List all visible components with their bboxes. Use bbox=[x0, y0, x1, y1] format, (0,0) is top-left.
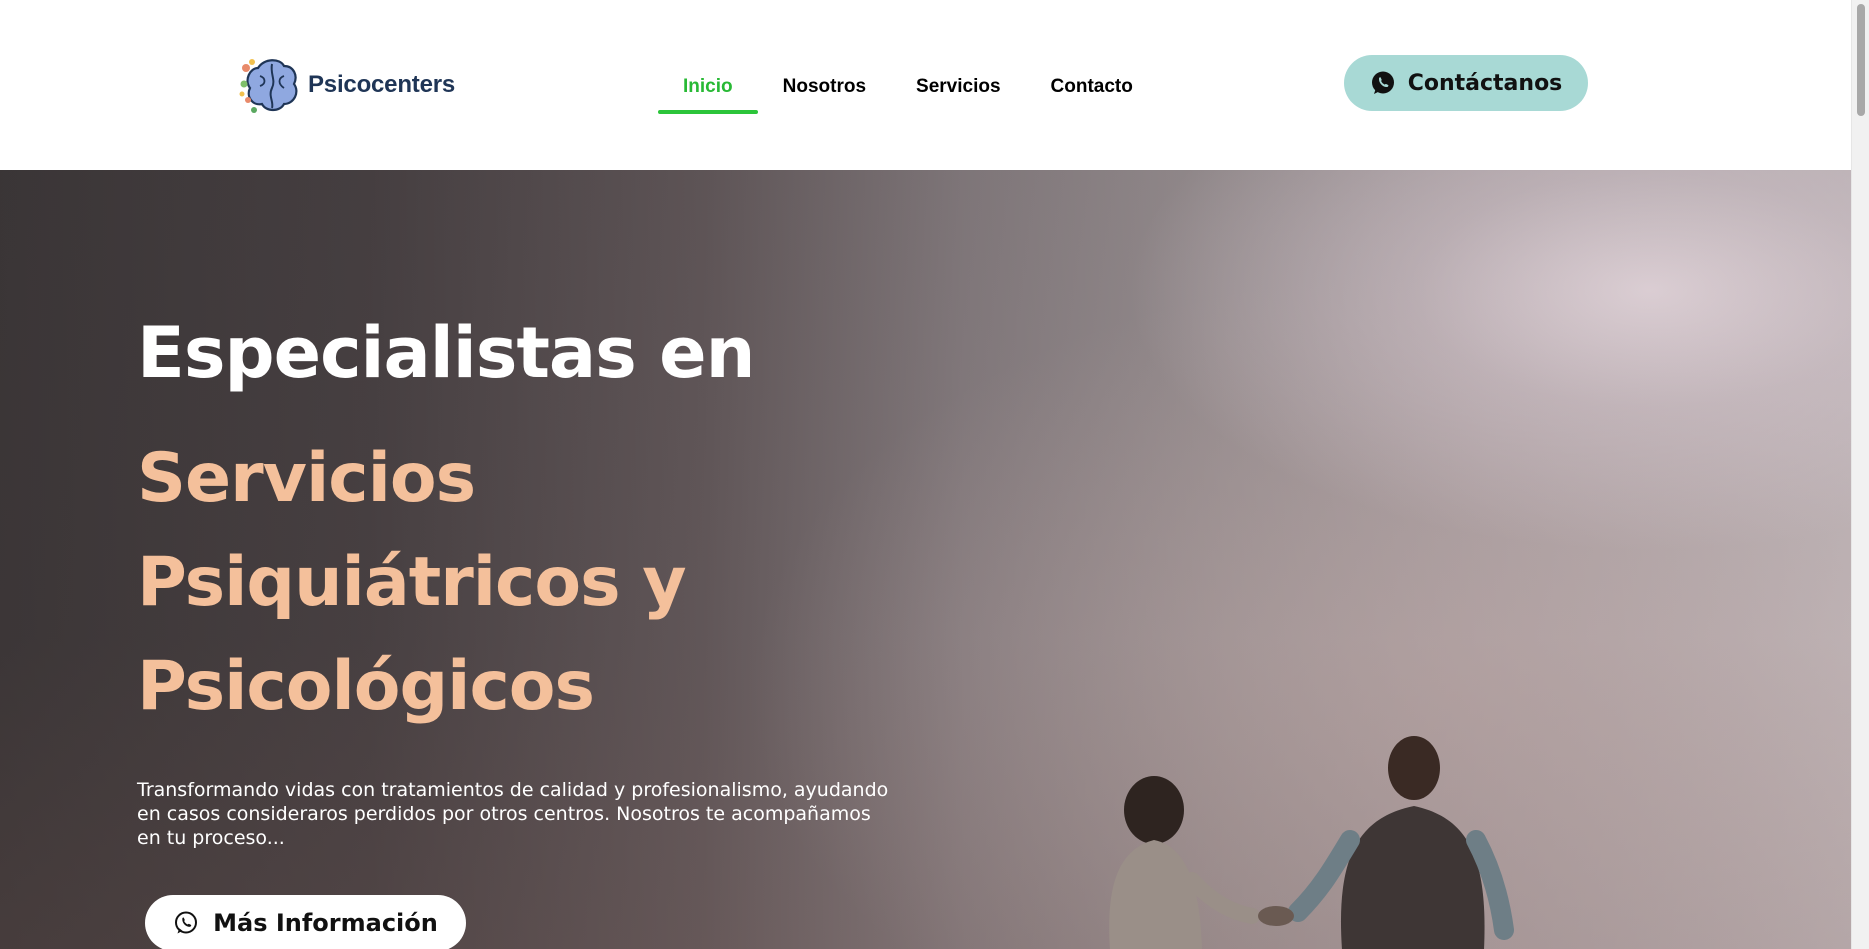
hero-title-accent-line: Psiquiátricos y bbox=[137, 543, 687, 622]
whatsapp-icon bbox=[173, 910, 199, 936]
contact-button[interactable]: Contáctanos bbox=[1344, 55, 1588, 111]
nav-item-inicio[interactable]: Inicio bbox=[658, 66, 758, 114]
hero-title: Especialistas en bbox=[137, 312, 755, 394]
brain-icon bbox=[238, 54, 300, 116]
hero-section: Especialistas en Servicios Psiquiátricos… bbox=[0, 170, 1851, 949]
whatsapp-icon bbox=[1370, 70, 1396, 96]
nav-item-contacto[interactable]: Contacto bbox=[1026, 66, 1158, 114]
logo[interactable]: Psicocenters bbox=[238, 52, 455, 118]
nav-item-servicios[interactable]: Servicios bbox=[891, 66, 1026, 114]
scrollbar[interactable] bbox=[1851, 0, 1869, 949]
nav-item-nosotros[interactable]: Nosotros bbox=[758, 66, 891, 114]
brand-name: Psicocenters bbox=[308, 71, 456, 98]
site-header: Psicocenters Inicio Nosotros Servicios C… bbox=[0, 0, 1851, 170]
hero-title-accent-line: Servicios bbox=[137, 439, 476, 518]
page: Psicocenters Inicio Nosotros Servicios C… bbox=[0, 0, 1869, 949]
main-nav: Inicio Nosotros Servicios Contacto bbox=[658, 66, 1158, 114]
more-info-button-label: Más Información bbox=[213, 909, 438, 937]
hero-description: Transformando vidas con tratamientos de … bbox=[137, 779, 889, 849]
more-info-button[interactable]: Más Información bbox=[145, 895, 466, 949]
hero-title-accent: Servicios Psiquiátricos y Psicológicos bbox=[137, 439, 687, 757]
scrollbar-thumb[interactable] bbox=[1857, 4, 1865, 116]
couple-silhouette-image bbox=[1109, 736, 1514, 949]
contact-button-label: Contáctanos bbox=[1407, 70, 1563, 96]
hero-title-accent-line: Psicológicos bbox=[137, 647, 595, 726]
